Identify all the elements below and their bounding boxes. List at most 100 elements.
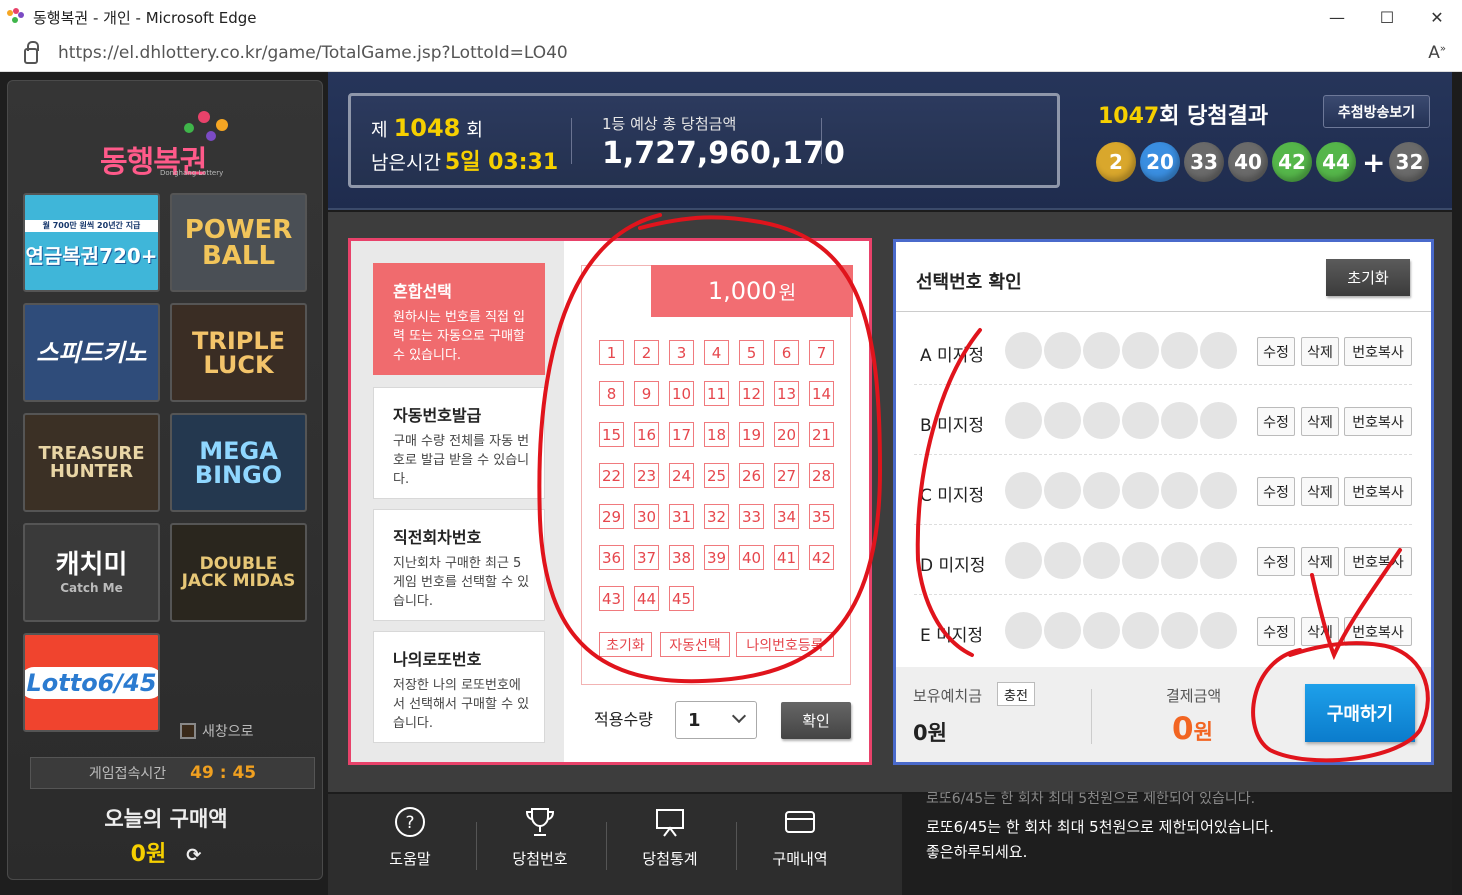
- select-method-item[interactable]: 나의로또번호 저장한 나의 로또번호에서 선택해서 구매할 수 있습니다.: [373, 631, 545, 743]
- number-button[interactable]: 15: [599, 422, 624, 447]
- number-button[interactable]: 34: [774, 504, 799, 529]
- game-tile-lotto645[interactable]: Lotto6/45: [23, 633, 160, 732]
- number-button[interactable]: 27: [774, 463, 799, 488]
- number-button[interactable]: 44: [634, 586, 659, 611]
- panel-reset-button[interactable]: 초기화: [1326, 259, 1410, 296]
- number-button[interactable]: 37: [634, 545, 659, 570]
- delete-button[interactable]: 삭제: [1301, 547, 1339, 576]
- select-method-item[interactable]: 혼합선택 원하시는 번호를 직접 입력 또는 자동으로 구매할 수 있습니다.: [373, 263, 545, 375]
- delete-button[interactable]: 삭제: [1301, 477, 1339, 506]
- game-tile-megabingo[interactable]: MEGA BINGO: [170, 413, 307, 512]
- close-button[interactable]: ✕: [1412, 0, 1462, 34]
- delete-button[interactable]: 삭제: [1301, 617, 1339, 646]
- number-button[interactable]: 28: [809, 463, 834, 488]
- help-button[interactable]: ? 도움말: [350, 804, 470, 884]
- number-button[interactable]: 17: [669, 422, 694, 447]
- winning-stats-button[interactable]: 당첨통계: [610, 804, 730, 884]
- number-button[interactable]: 29: [599, 504, 624, 529]
- number-button[interactable]: 23: [634, 463, 659, 488]
- number-button[interactable]: 45: [669, 586, 694, 611]
- number-button[interactable]: 31: [669, 504, 694, 529]
- lock-icon[interactable]: [24, 40, 39, 64]
- register-my-numbers-button[interactable]: 나의번호등록: [736, 632, 834, 657]
- number-button[interactable]: 1: [599, 340, 624, 365]
- number-button[interactable]: 7: [809, 340, 834, 365]
- new-window-checkbox[interactable]: 새창으로: [180, 721, 254, 741]
- number-button[interactable]: 43: [599, 586, 624, 611]
- number-button[interactable]: 22: [599, 463, 624, 488]
- purchase-history-button[interactable]: 구매내역: [740, 804, 860, 884]
- checkbox-icon[interactable]: [180, 723, 196, 739]
- edit-button[interactable]: 수정: [1257, 407, 1295, 436]
- copy-numbers-button[interactable]: 번호복사: [1344, 477, 1412, 506]
- winning-ball: 42: [1272, 142, 1312, 182]
- picker-reset-button[interactable]: 초기화: [599, 632, 652, 657]
- number-button[interactable]: 41: [774, 545, 799, 570]
- number-button[interactable]: 26: [739, 463, 764, 488]
- game-tile-tripleluck[interactable]: TRIPLE LUCK: [170, 303, 307, 402]
- game-tile-treasurehunter[interactable]: TREASURE HUNTER: [23, 413, 160, 512]
- broadcast-button[interactable]: 추첨방송보기: [1323, 95, 1430, 128]
- copy-numbers-button[interactable]: 번호복사: [1344, 337, 1412, 366]
- url-text[interactable]: https://el.dhlottery.co.kr/game/TotalGam…: [58, 43, 1428, 63]
- refresh-icon[interactable]: ⟳: [186, 845, 201, 866]
- number-button[interactable]: 4: [704, 340, 729, 365]
- edit-button[interactable]: 수정: [1257, 337, 1295, 366]
- game-tile-speedkeno[interactable]: 스피드키노: [23, 303, 160, 402]
- game-tile-catchme[interactable]: 캐치미 Catch Me: [23, 523, 160, 622]
- minimize-button[interactable]: —: [1312, 0, 1362, 34]
- quantity-select[interactable]: 1: [675, 701, 757, 739]
- delete-button[interactable]: 삭제: [1301, 337, 1339, 366]
- game-tile-powerball[interactable]: POWER BALL: [170, 193, 307, 292]
- number-button[interactable]: 38: [669, 545, 694, 570]
- number-button[interactable]: 10: [669, 381, 694, 406]
- buy-button[interactable]: 구매하기: [1305, 684, 1415, 742]
- number-button[interactable]: 2: [634, 340, 659, 365]
- maximize-button[interactable]: ☐: [1362, 0, 1412, 34]
- number-button[interactable]: 16: [634, 422, 659, 447]
- prize-amount: 1,727,960,170: [602, 136, 845, 171]
- number-button[interactable]: 19: [739, 422, 764, 447]
- number-button[interactable]: 13: [774, 381, 799, 406]
- game-tile-doublejack[interactable]: DOUBLE JACK MIDAS: [170, 523, 307, 622]
- number-button[interactable]: 33: [739, 504, 764, 529]
- edit-button[interactable]: 수정: [1257, 547, 1295, 576]
- number-button[interactable]: 36: [599, 545, 624, 570]
- number-button[interactable]: 9: [634, 381, 659, 406]
- number-button[interactable]: 40: [739, 545, 764, 570]
- number-button[interactable]: 12: [739, 381, 764, 406]
- number-button[interactable]: 42: [809, 545, 834, 570]
- auto-select-button[interactable]: 자동선택: [660, 632, 730, 657]
- edit-button[interactable]: 수정: [1257, 477, 1295, 506]
- copy-numbers-button[interactable]: 번호복사: [1344, 617, 1412, 646]
- site-logo[interactable]: 동행복권 Donghang Lottery: [100, 109, 240, 180]
- read-aloud-icon[interactable]: A»: [1428, 43, 1446, 63]
- number-button[interactable]: 5: [739, 340, 764, 365]
- game-tile-pension720[interactable]: 월 700만 원씩 20년간 지급 연금복권720+: [23, 193, 160, 292]
- confirm-button[interactable]: 확인: [781, 702, 851, 739]
- number-button[interactable]: 8: [599, 381, 624, 406]
- quantity-label: 적용수량: [594, 710, 653, 729]
- select-method-item[interactable]: 직전회차번호 지난회차 구매한 최근 5게임 번호를 선택할 수 있습니다.: [373, 509, 545, 621]
- number-button[interactable]: 35: [809, 504, 834, 529]
- select-method-item[interactable]: 자동번호발급 구매 수량 전체를 자동 번호로 발급 받을 수 있습니다.: [373, 387, 545, 499]
- number-button[interactable]: 24: [669, 463, 694, 488]
- number-button[interactable]: 18: [704, 422, 729, 447]
- number-button[interactable]: 3: [669, 340, 694, 365]
- edit-button[interactable]: 수정: [1257, 617, 1295, 646]
- number-button[interactable]: 20: [774, 422, 799, 447]
- number-button[interactable]: 39: [704, 545, 729, 570]
- number-button[interactable]: 6: [774, 340, 799, 365]
- number-button[interactable]: 25: [704, 463, 729, 488]
- copy-numbers-button[interactable]: 번호복사: [1344, 407, 1412, 436]
- delete-button[interactable]: 삭제: [1301, 407, 1339, 436]
- copy-numbers-button[interactable]: 번호복사: [1344, 547, 1412, 576]
- number-button[interactable]: 30: [634, 504, 659, 529]
- selection-row: A 미지정 수정 삭제 번호복사: [896, 315, 1431, 385]
- charge-button[interactable]: 충전: [997, 682, 1035, 706]
- number-button[interactable]: 32: [704, 504, 729, 529]
- number-button[interactable]: 11: [704, 381, 729, 406]
- number-button[interactable]: 21: [809, 422, 834, 447]
- winning-numbers-button[interactable]: 당첨번호: [480, 804, 600, 884]
- number-button[interactable]: 14: [809, 381, 834, 406]
